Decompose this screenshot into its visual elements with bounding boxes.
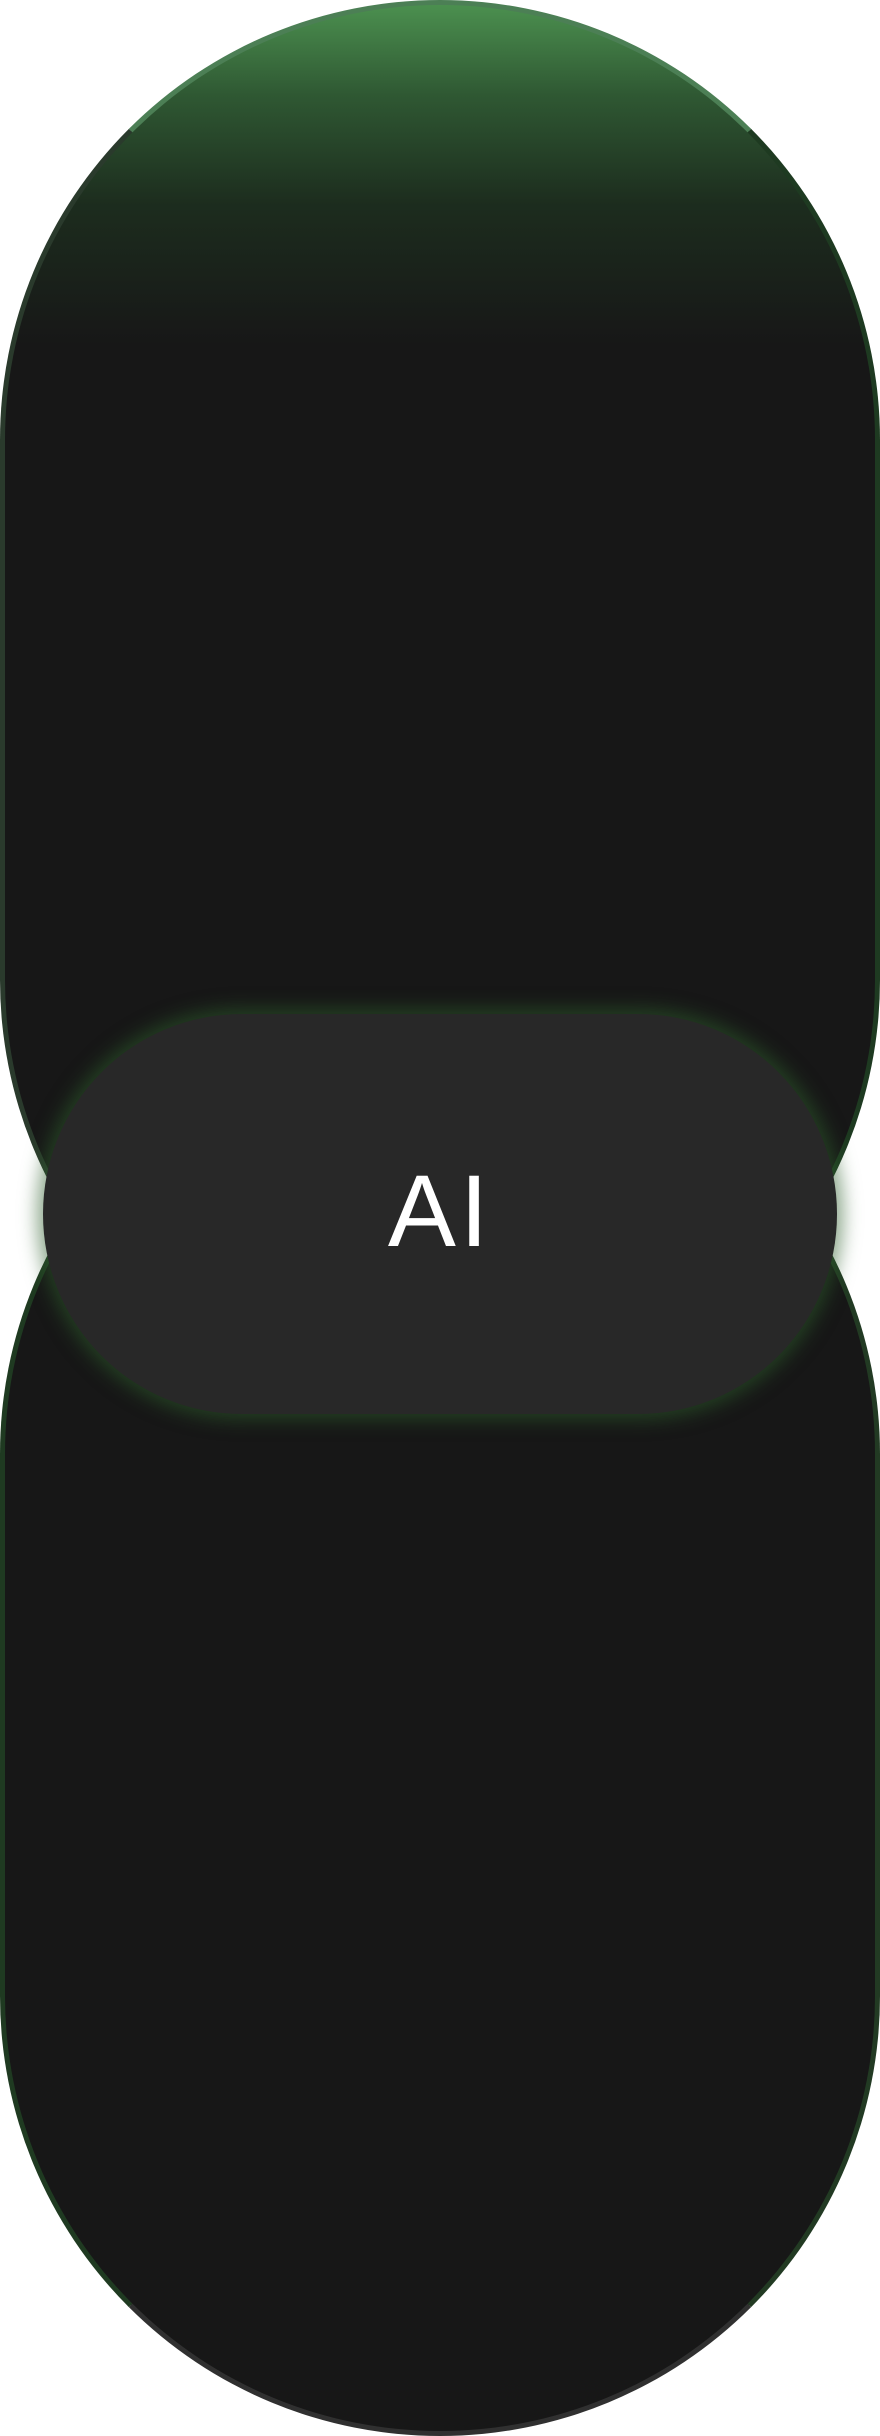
app-screen: AI bbox=[0, 0, 880, 2436]
ai-label: AI bbox=[387, 1154, 493, 1268]
